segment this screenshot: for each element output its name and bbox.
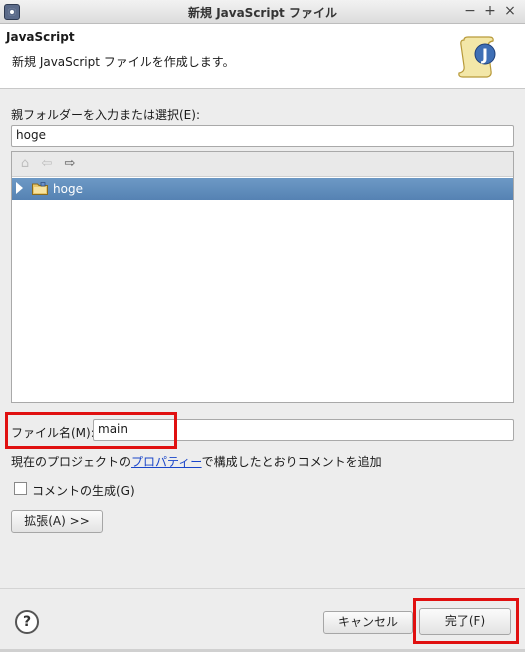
generate-comments-label[interactable]: コメントの生成(G) [32,482,135,499]
project-folder-icon [32,182,48,195]
back-arrow-icon[interactable]: ⇦ [39,156,55,172]
javascript-file-wizard-icon: J [458,36,496,78]
finish-button[interactable]: 完了(F) [419,608,511,635]
button-bar-separator [0,588,525,589]
svg-text:J: J [481,45,488,64]
maximize-button[interactable]: + [482,3,498,19]
close-button[interactable]: × [502,3,518,19]
forward-arrow-icon[interactable]: ⇨ [62,156,78,172]
wizard-description: 新規 JavaScript ファイルを作成します。 [12,55,235,69]
comment-info-prefix: 現在のプロジェクトの [11,455,132,469]
folder-tree[interactable]: ⌂ ⇦ ⇨ hoge [11,151,514,403]
wizard-header: JavaScript 新規 JavaScript ファイルを作成します。 J [0,24,525,89]
comment-info-text: 現在のプロジェクトのプロパティーで構成したとおりコメントを追加 [11,453,382,470]
tree-item-label: hoge [53,182,83,196]
advanced-button[interactable]: 拡張(A) >> [11,510,103,533]
generate-comments-checkbox[interactable] [14,482,27,495]
properties-link[interactable]: プロパティー [131,455,202,469]
file-name-input[interactable]: main [93,419,514,441]
parent-folder-input[interactable]: hoge [11,125,514,147]
tree-item-hoge[interactable]: hoge [12,178,513,200]
help-icon[interactable]: ? [15,610,39,634]
parent-folder-label: 親フォルダーを入力または選択(E): [11,108,200,122]
minimize-button[interactable]: − [462,3,478,19]
title-bar: 新規 JavaScript ファイル − + × [0,0,525,24]
comment-info-suffix: で構成したとおりコメントを追加 [201,455,382,469]
cancel-button[interactable]: キャンセル [323,611,413,634]
file-name-label: ファイル名(M): [11,426,95,440]
wizard-title: JavaScript [6,30,75,44]
tree-toolbar: ⌂ ⇦ ⇨ [12,152,513,177]
window-title: 新規 JavaScript ファイル [188,6,337,20]
expand-arrow-icon[interactable] [16,182,23,194]
home-icon[interactable]: ⌂ [17,156,33,172]
